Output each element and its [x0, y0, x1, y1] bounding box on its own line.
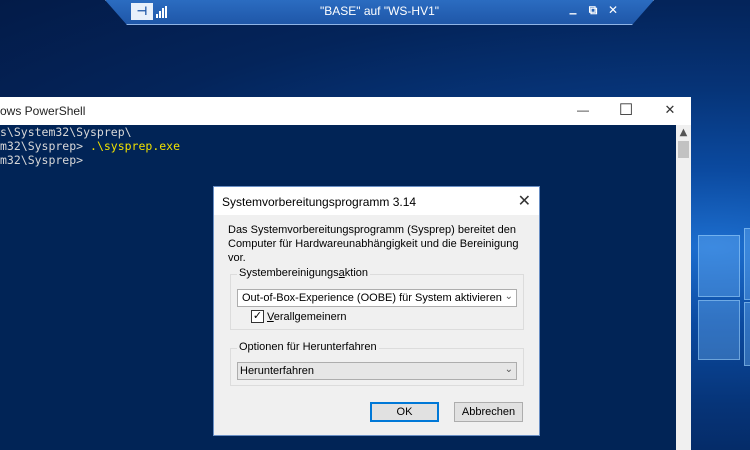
console-prompt: m32\Sysprep> [0, 139, 91, 153]
shutdown-options-select[interactable]: Herunterfahren ⌄ [237, 362, 517, 380]
sysprep-dialog: Systemvorbereitungsprogramm 3.14 ✕ Das S… [213, 186, 540, 436]
cleanup-action-value: Out-of-Box-Experience (OOBE) für System … [242, 292, 502, 304]
chevron-down-icon: ⌄ [504, 364, 513, 375]
shutdown-options-label: Optionen für Herunterfahren [237, 341, 379, 353]
cleanup-action-label: Systembereinigungsaktion [237, 267, 371, 279]
console-line: m32\Sysprep> [0, 153, 84, 167]
rdp-restore-button[interactable]: ⧉ [584, 3, 602, 18]
console-line: s\System32\Sysprep\ [0, 125, 132, 139]
generalize-label: Verallgemeinern [267, 311, 347, 323]
maximize-button[interactable]: ☐ [611, 100, 641, 120]
scroll-thumb[interactable] [678, 141, 689, 158]
scroll-up-arrow-icon[interactable]: ▲ [676, 127, 691, 138]
dialog-titlebar[interactable]: Systemvorbereitungsprogramm 3.14 ✕ [214, 187, 539, 215]
cleanup-action-select[interactable]: Out-of-Box-Experience (OOBE) für System … [237, 289, 517, 307]
shutdown-options-group: Optionen für Herunterfahren Herunterfahr… [230, 341, 524, 386]
windows-logo-pane [744, 302, 750, 366]
vertical-scrollbar[interactable]: ▲ [676, 125, 691, 450]
shutdown-options-value: Herunterfahren [240, 365, 314, 377]
rdp-close-button[interactable]: ✕ [604, 3, 622, 17]
dialog-close-button[interactable]: ✕ [518, 191, 531, 211]
dialog-title: Systemvorbereitungsprogramm 3.14 [222, 195, 417, 209]
remote-desktop-bar: ⊣ "BASE" auf "WS-HV1" _ ⧉ ✕ [105, 0, 654, 25]
windows-logo-pane [698, 235, 740, 297]
console-line: m32\Sysprep> .\sysprep.exe [0, 139, 675, 153]
cancel-label: Abbrechen [461, 406, 516, 418]
cleanup-action-group: Systembereinigungsaktion Out-of-Box-Expe… [230, 267, 524, 330]
close-button[interactable]: ✕ [655, 102, 685, 118]
dialog-description: Das Systemvorbereitungsprogramm (Sysprep… [228, 224, 519, 264]
minimize-button[interactable]: — [568, 103, 598, 117]
windows-logo-pane [744, 228, 750, 300]
cancel-button[interactable]: Abbrechen [454, 402, 523, 422]
ok-label: OK [396, 406, 413, 418]
windows-logo-pane [698, 300, 740, 360]
rdp-minimize-button[interactable]: _ [564, 0, 582, 15]
powershell-titlebar[interactable]: ows PowerShell — ☐ ✕ [0, 97, 691, 125]
powershell-title: ows PowerShell [0, 104, 86, 118]
generalize-checkbox[interactable]: ✓ [251, 310, 264, 323]
console-command: .\sysprep.exe [90, 139, 181, 153]
ok-button[interactable]: OK [370, 402, 439, 422]
chevron-down-icon: ⌄ [504, 291, 513, 302]
